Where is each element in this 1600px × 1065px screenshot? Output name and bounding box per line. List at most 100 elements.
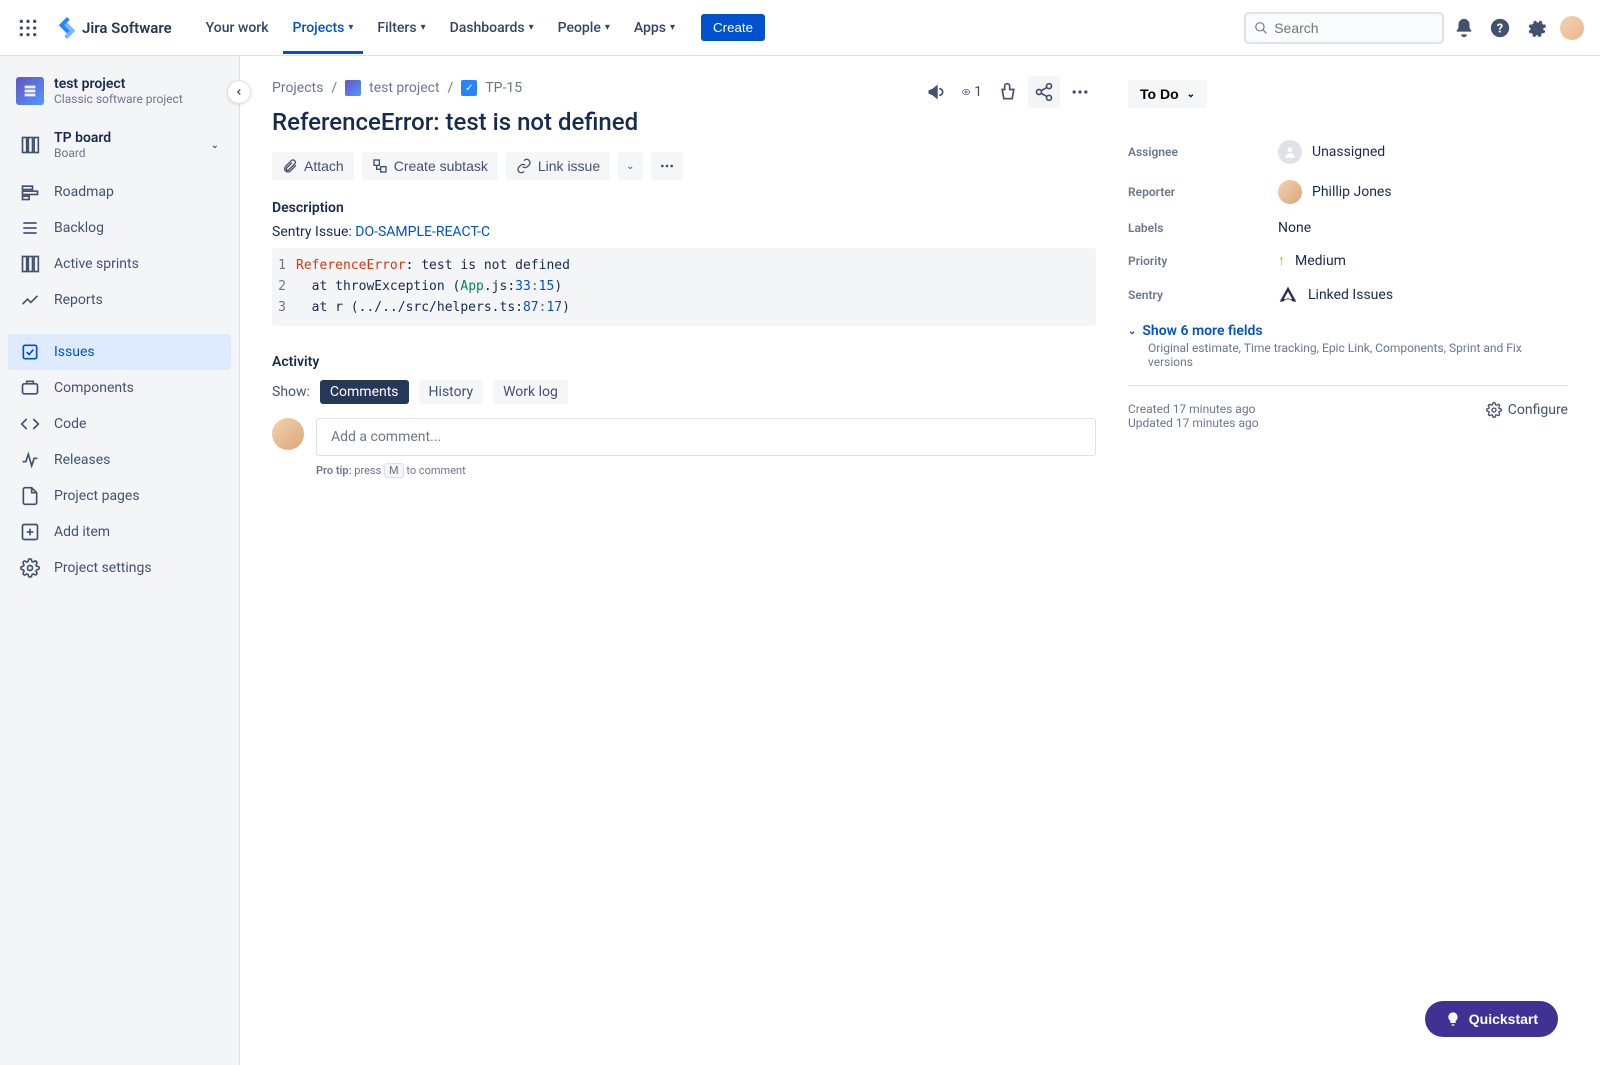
field-sentry[interactable]: Sentry Linked Issues	[1128, 277, 1568, 313]
more-actions-icon[interactable]	[1064, 76, 1096, 108]
breadcrumb-projects[interactable]: Projects	[272, 80, 323, 96]
create-subtask-button[interactable]: Create subtask	[362, 152, 498, 180]
chevron-down-icon: ⌄	[1128, 326, 1136, 337]
link-dropdown-button[interactable]: ⌄	[618, 152, 642, 180]
project-name: test project	[54, 76, 183, 92]
app-switcher-icon[interactable]	[12, 12, 44, 44]
pages-icon	[20, 486, 40, 506]
search-box[interactable]	[1244, 12, 1444, 44]
lightbulb-icon	[1445, 1011, 1461, 1027]
nav-projects[interactable]: Projects▾	[283, 2, 364, 54]
project-header: test project Classic software project	[8, 76, 231, 122]
dots-icon	[659, 158, 675, 174]
attach-icon	[282, 158, 298, 174]
profile-avatar[interactable]	[1556, 12, 1588, 44]
search-input[interactable]	[1274, 20, 1434, 36]
show-label: Show:	[272, 384, 310, 400]
issue-title[interactable]: ReferenceError: test is not defined	[272, 108, 1096, 136]
backlog-icon	[20, 218, 40, 238]
task-type-icon: ✓	[461, 80, 477, 96]
reports-icon	[20, 290, 40, 310]
chevron-down-icon: ▾	[348, 22, 353, 33]
activity-label: Activity	[272, 354, 1096, 370]
sidebar-reports[interactable]: Reports	[8, 282, 231, 318]
field-priority[interactable]: Priority ↑Medium	[1128, 244, 1568, 277]
breadcrumb-project[interactable]: test project	[369, 80, 439, 96]
sidebar-active-sprints[interactable]: Active sprints	[8, 246, 231, 282]
add-icon	[20, 522, 40, 542]
settings-icon	[20, 558, 40, 578]
jira-logo[interactable]: Jira Software	[48, 17, 180, 39]
description-label: Description	[272, 200, 1096, 216]
sentry-icon	[1278, 285, 1298, 305]
link-icon	[516, 158, 532, 174]
add-comment-input[interactable]: Add a comment...	[316, 418, 1096, 456]
breadcrumb-issue-key[interactable]: TP-15	[485, 80, 522, 96]
priority-medium-icon: ↑	[1278, 252, 1285, 269]
tab-worklog[interactable]: Work log	[493, 380, 568, 404]
help-icon[interactable]: ?	[1484, 12, 1516, 44]
sidebar: test project Classic software project TP…	[0, 56, 240, 1065]
sidebar-issues[interactable]: Issues	[8, 334, 231, 370]
roadmap-icon	[20, 182, 40, 202]
tab-history[interactable]: History	[419, 380, 484, 404]
sidebar-components[interactable]: Components	[8, 370, 231, 406]
unassigned-avatar-icon	[1278, 140, 1302, 164]
notifications-icon[interactable]	[1448, 12, 1480, 44]
releases-icon	[20, 450, 40, 470]
watchers-button[interactable]: 1	[956, 76, 988, 108]
sidebar-releases[interactable]: Releases	[8, 442, 231, 478]
issue-details-panel: To Do⌄ Assignee Unassigned Reporter Phil…	[1128, 80, 1568, 1041]
updated-time: Updated 17 minutes ago	[1128, 416, 1259, 430]
tab-comments[interactable]: Comments	[320, 380, 409, 404]
collapse-sidebar-button[interactable]	[227, 80, 251, 104]
board-icon	[20, 135, 40, 155]
top-nav: Jira Software Your work Projects▾ Filter…	[0, 0, 1600, 56]
sidebar-backlog[interactable]: Backlog	[8, 210, 231, 246]
sidebar-roadmap[interactable]: Roadmap	[8, 174, 231, 210]
more-fields-list: Original estimate, Time tracking, Epic L…	[1148, 341, 1568, 369]
settings-icon[interactable]	[1520, 12, 1552, 44]
sprints-icon	[20, 254, 40, 274]
quickstart-button[interactable]: Quickstart	[1425, 1001, 1558, 1037]
subtask-icon	[372, 158, 388, 174]
nav-links: Your work Projects▾ Filters▾ Dashboards▾…	[196, 2, 685, 54]
pro-tip: Pro tip: press M to comment	[316, 464, 1096, 477]
gear-icon	[1486, 402, 1502, 418]
nav-dashboards[interactable]: Dashboards▾	[440, 12, 544, 44]
vote-icon[interactable]	[992, 76, 1024, 108]
link-issue-button[interactable]: Link issue	[506, 152, 610, 180]
sidebar-add-item[interactable]: Add item	[8, 514, 231, 550]
give-feedback-icon[interactable]	[920, 76, 952, 108]
share-icon[interactable]	[1028, 76, 1060, 108]
more-issue-actions-button[interactable]	[651, 152, 683, 180]
nav-apps[interactable]: Apps▾	[624, 12, 685, 44]
chevron-down-icon: ▾	[529, 22, 534, 33]
created-time: Created 17 minutes ago	[1128, 402, 1259, 416]
status-dropdown[interactable]: To Do⌄	[1128, 80, 1207, 108]
description-text[interactable]: Sentry Issue: DO-SAMPLE-REACT-C	[272, 224, 1096, 240]
chevron-down-icon: ▾	[605, 22, 610, 33]
chevron-down-icon: ⌄	[211, 140, 219, 151]
create-button[interactable]: Create	[701, 14, 765, 41]
sentry-link[interactable]: DO-SAMPLE-REACT-C	[355, 224, 490, 240]
sidebar-project-pages[interactable]: Project pages	[8, 478, 231, 514]
chevron-down-icon: ⌄	[1187, 89, 1195, 100]
nav-people[interactable]: People▾	[548, 12, 620, 44]
nav-filters[interactable]: Filters▾	[367, 12, 435, 44]
configure-button[interactable]: Configure	[1486, 402, 1568, 418]
code-icon	[20, 414, 40, 434]
board-selector[interactable]: TP board Board ⌄	[8, 122, 231, 168]
sidebar-project-settings[interactable]: Project settings	[8, 550, 231, 586]
field-assignee[interactable]: Assignee Unassigned	[1128, 132, 1568, 172]
field-labels[interactable]: Labels None	[1128, 212, 1568, 244]
attach-button[interactable]: Attach	[272, 152, 354, 180]
field-reporter[interactable]: Reporter Phillip Jones	[1128, 172, 1568, 212]
reporter-avatar	[1278, 180, 1302, 204]
current-user-avatar	[272, 418, 304, 450]
sidebar-code[interactable]: Code	[8, 406, 231, 442]
show-more-fields[interactable]: ⌄ Show 6 more fields	[1128, 323, 1568, 339]
logo-text: Jira Software	[82, 19, 172, 37]
nav-your-work[interactable]: Your work	[196, 12, 279, 44]
project-icon	[16, 77, 44, 105]
